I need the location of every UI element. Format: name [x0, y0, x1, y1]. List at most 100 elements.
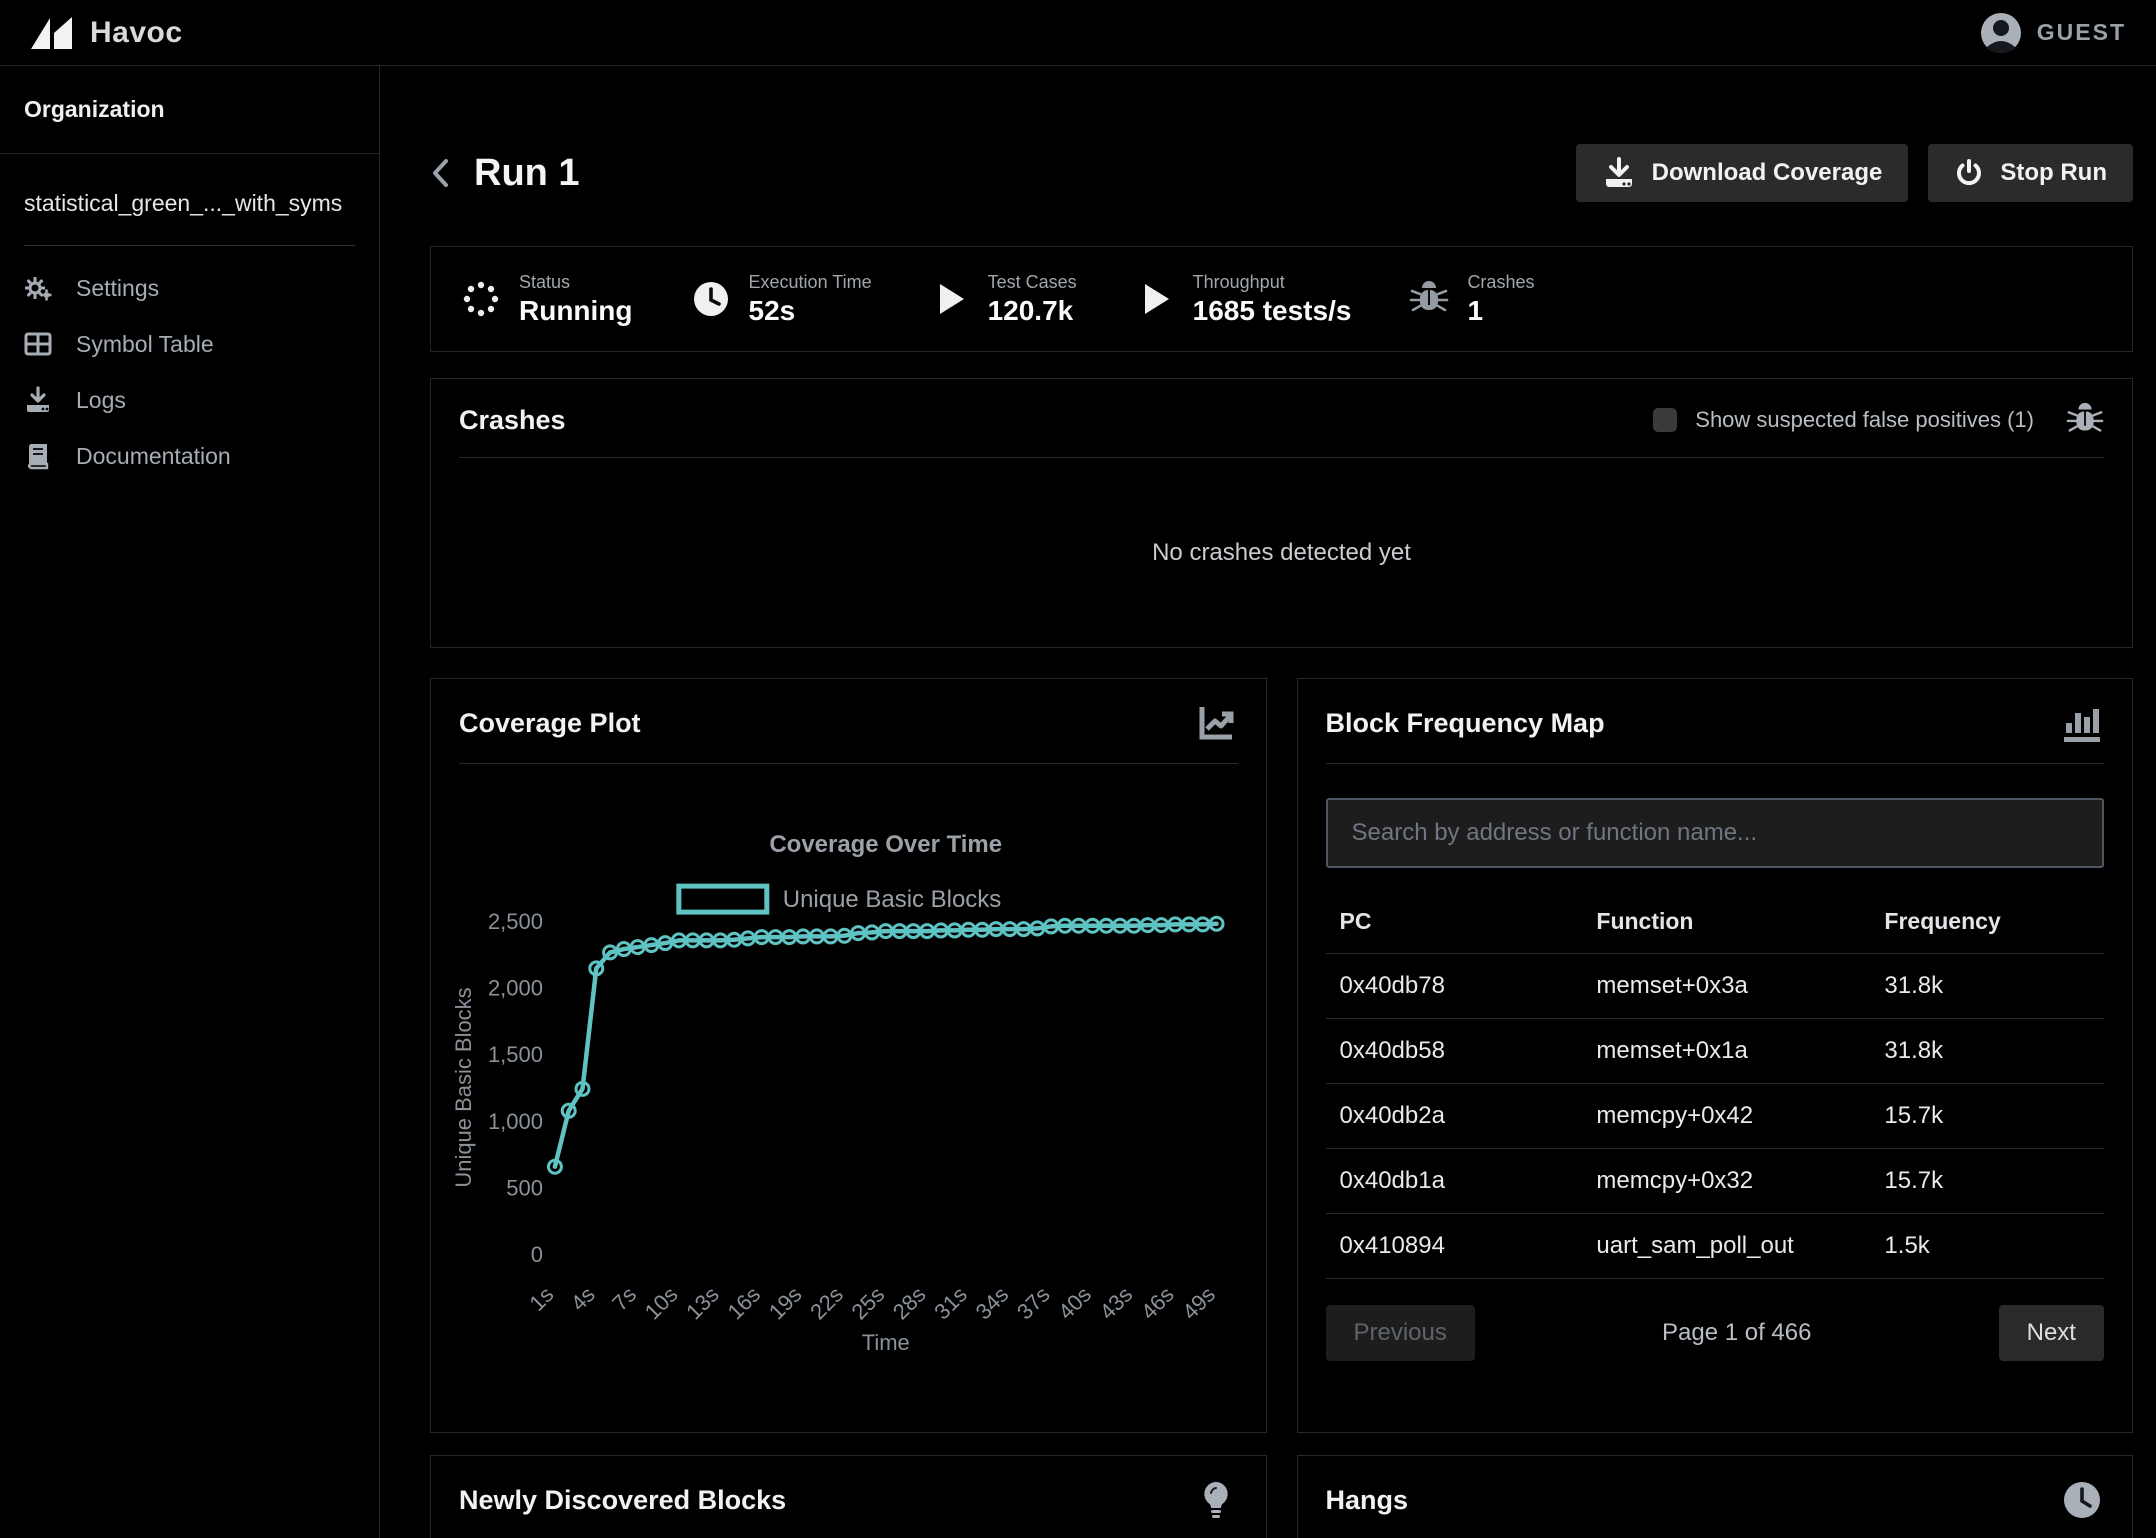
column-header-pc: PC: [1326, 890, 1583, 954]
cell-pc: 0x410894: [1326, 1214, 1583, 1279]
main-content: Run 1 Download Coverage Stop Run: [380, 66, 2156, 1538]
block-search-input[interactable]: [1326, 798, 2105, 868]
download-coverage-label: Download Coverage: [1652, 159, 1883, 187]
svg-text:16s: 16s: [722, 1282, 765, 1325]
play-icon: [930, 279, 970, 319]
bug-icon: [2066, 401, 2104, 439]
svg-text:31s: 31s: [929, 1282, 972, 1325]
crashes-panel: Crashes Show suspected false positives (…: [430, 378, 2133, 648]
table-row[interactable]: 0x40db58 memset+0x1a 31.8k: [1326, 1019, 2105, 1084]
false-positives-checkbox[interactable]: [1653, 408, 1677, 432]
stat-label: Execution Time: [749, 272, 872, 293]
svg-text:25s: 25s: [847, 1282, 890, 1325]
table-row[interactable]: 0x40db1a memcpy+0x32 15.7k: [1326, 1149, 2105, 1214]
sidebar-item-symbol-table[interactable]: Symbol Table: [0, 316, 379, 372]
line-chart-icon: [1194, 701, 1238, 745]
user-menu[interactable]: GUEST: [1979, 11, 2126, 55]
table-row[interactable]: 0x410894 uart_sam_poll_out 1.5k: [1326, 1214, 2105, 1279]
svg-text:19s: 19s: [764, 1282, 807, 1325]
run-header: Run 1 Download Coverage Stop Run: [430, 144, 2133, 202]
false-positives-label[interactable]: Show suspected false positives (1): [1695, 407, 2034, 433]
sidebar-item-logs[interactable]: Logs: [0, 372, 379, 428]
clock-icon: [2060, 1478, 2104, 1522]
havoc-logo-icon: [30, 15, 74, 51]
stat-status: Status Running: [461, 272, 633, 327]
cell-pc: 0x40db58: [1326, 1019, 1583, 1084]
svg-text:2,000: 2,000: [488, 976, 543, 1001]
stop-run-label: Stop Run: [2000, 159, 2107, 187]
stat-label: Status: [519, 272, 633, 293]
stat-value: 1: [1467, 295, 1534, 327]
cell-function: uart_sam_poll_out: [1582, 1214, 1870, 1279]
svg-text:Unique Basic Blocks: Unique Basic Blocks: [783, 886, 1001, 913]
svg-text:49s: 49s: [1177, 1282, 1220, 1325]
page-title: Run 1: [474, 152, 580, 195]
block-frequency-panel: Block Frequency Map PC Fu: [1297, 678, 2134, 1433]
column-header-frequency: Frequency: [1870, 890, 2104, 954]
download-icon: [24, 386, 52, 414]
cell-frequency: 15.7k: [1870, 1084, 2104, 1149]
cell-pc: 0x40db1a: [1326, 1149, 1583, 1214]
table-row[interactable]: 0x40db2a memcpy+0x42 15.7k: [1326, 1084, 2105, 1149]
svg-text:1,500: 1,500: [488, 1042, 543, 1067]
svg-text:Coverage Over Time: Coverage Over Time: [769, 831, 1002, 858]
svg-text:2,500: 2,500: [488, 909, 543, 934]
chevron-left-icon: [430, 156, 452, 190]
stat-value: 120.7k: [988, 295, 1077, 327]
cell-pc: 0x40db2a: [1326, 1084, 1583, 1149]
svg-text:28s: 28s: [888, 1282, 931, 1325]
block-frequency-title: Block Frequency Map: [1326, 708, 1605, 739]
spinner-icon: [461, 279, 501, 319]
svg-text:13s: 13s: [681, 1282, 724, 1325]
clock-icon: [691, 279, 731, 319]
power-icon: [1954, 158, 1984, 188]
org-section: Organization: [0, 66, 379, 154]
svg-text:Time: Time: [862, 1330, 910, 1355]
coverage-chart: Coverage Over TimeUnique Basic Blocks050…: [431, 764, 1266, 1414]
svg-text:7s: 7s: [607, 1282, 641, 1316]
cell-function: memcpy+0x32: [1582, 1149, 1870, 1214]
previous-page-button[interactable]: Previous: [1326, 1305, 1475, 1361]
page-info: Page 1 of 466: [1662, 1319, 1811, 1347]
cell-frequency: 15.7k: [1870, 1149, 2104, 1214]
stat-value: 52s: [749, 295, 872, 327]
stat-label: Test Cases: [988, 272, 1077, 293]
sidebar-item-label: Settings: [76, 275, 159, 302]
sidebar-item-label: Logs: [76, 387, 126, 414]
svg-text:37s: 37s: [1012, 1282, 1055, 1325]
svg-text:46s: 46s: [1136, 1282, 1179, 1325]
cell-frequency: 1.5k: [1870, 1214, 2104, 1279]
block-frequency-table: PC Function Frequency 0x40db78 memset+0x…: [1326, 890, 2105, 1279]
sidebar-item-settings[interactable]: Settings: [0, 260, 379, 316]
svg-text:34s: 34s: [971, 1282, 1014, 1325]
stats-bar: Status Running Execution Time 52s: [430, 246, 2133, 352]
svg-text:22s: 22s: [805, 1282, 848, 1325]
crashes-empty-message: No crashes detected yet: [1152, 539, 1411, 567]
svg-text:40s: 40s: [1053, 1282, 1096, 1325]
stat-label: Crashes: [1467, 272, 1534, 293]
lightbulb-icon: [1194, 1478, 1238, 1522]
top-navbar: Havoc GUEST: [0, 0, 2156, 66]
cell-frequency: 31.8k: [1870, 954, 2104, 1019]
svg-text:500: 500: [506, 1175, 543, 1200]
gear-icon: [24, 274, 52, 302]
sidebar-item-label: Documentation: [76, 443, 231, 470]
next-page-button[interactable]: Next: [1999, 1305, 2104, 1361]
stat-crashes: Crashes 1: [1409, 272, 1534, 327]
stat-value: Running: [519, 295, 633, 327]
column-header-function: Function: [1582, 890, 1870, 954]
bug-icon: [1409, 279, 1449, 319]
org-label: Organization: [24, 96, 355, 123]
back-button[interactable]: [430, 153, 460, 193]
bar-chart-icon: [2060, 701, 2104, 745]
download-coverage-button[interactable]: Download Coverage: [1576, 144, 1909, 202]
crashes-title: Crashes: [459, 405, 566, 436]
cell-function: memcpy+0x42: [1582, 1084, 1870, 1149]
svg-text:1s: 1s: [524, 1282, 558, 1316]
sidebar-item-documentation[interactable]: Documentation: [0, 428, 379, 484]
stop-run-button[interactable]: Stop Run: [1928, 144, 2133, 202]
stat-value: 1685 tests/s: [1193, 295, 1352, 327]
svg-text:1,000: 1,000: [488, 1109, 543, 1134]
project-name[interactable]: statistical_green_..._with_syms: [0, 154, 379, 245]
table-row[interactable]: 0x40db78 memset+0x3a 31.8k: [1326, 954, 2105, 1019]
